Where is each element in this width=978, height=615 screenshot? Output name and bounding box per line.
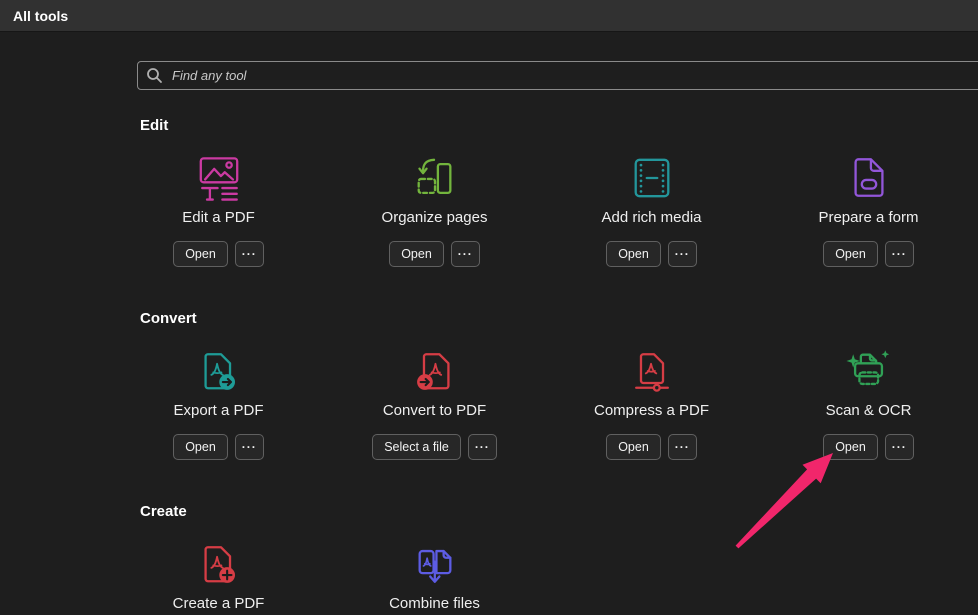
tool-label: Edit a PDF bbox=[182, 209, 255, 226]
tool-card-convert-to-pdf: Convert to PDF Select a file ··· bbox=[326, 338, 543, 460]
button-row: Open ··· bbox=[173, 434, 264, 460]
tool-label: Organize pages bbox=[382, 209, 488, 226]
more-options-button-compress-a-pdf[interactable]: ··· bbox=[668, 434, 697, 460]
more-options-button-add-rich-media[interactable]: ··· bbox=[668, 241, 697, 267]
button-row: Open ··· bbox=[606, 241, 697, 267]
more-options-button-convert-to-pdf[interactable]: ··· bbox=[468, 434, 497, 460]
tool-label: Add rich media bbox=[601, 209, 701, 226]
tool-label: Convert to PDF bbox=[383, 402, 486, 419]
button-row: Open ··· bbox=[173, 241, 264, 267]
open-button-edit-a-pdf[interactable]: Open bbox=[173, 241, 228, 267]
open-button-compress-a-pdf[interactable]: Open bbox=[606, 434, 661, 460]
more-options-button-organize-pages[interactable]: ··· bbox=[451, 241, 480, 267]
top-bar: All tools bbox=[0, 0, 978, 32]
open-button-organize-pages[interactable]: Open bbox=[389, 241, 444, 267]
select-a-file-button-convert-to-pdf[interactable]: Select a file bbox=[372, 434, 461, 460]
button-row: Open ··· bbox=[606, 434, 697, 460]
tool-search-box[interactable] bbox=[137, 61, 978, 90]
tool-label: Combine files bbox=[389, 595, 480, 612]
button-row: Open ··· bbox=[823, 241, 914, 267]
tool-label: Compress a PDF bbox=[594, 402, 709, 419]
button-row: Select a file ··· bbox=[372, 434, 497, 460]
annotation-arrow-shape bbox=[736, 453, 833, 548]
prepare-form-icon bbox=[846, 155, 892, 201]
tool-label: Export a PDF bbox=[173, 402, 263, 419]
tool-label: Create a PDF bbox=[173, 595, 265, 612]
tool-label: Prepare a form bbox=[818, 209, 918, 226]
tool-card-compress-a-pdf: Compress a PDF Open ··· bbox=[543, 338, 760, 460]
organize-pages-icon bbox=[412, 155, 458, 201]
tool-card-prepare-a-form: Prepare a form Open ··· bbox=[760, 145, 977, 267]
tool-card-scan-ocr: Scan & OCR Open ··· bbox=[760, 338, 977, 460]
tool-card-organize-pages: Organize pages Open ··· bbox=[326, 145, 543, 267]
open-button-add-rich-media[interactable]: Open bbox=[606, 241, 661, 267]
tool-card-edit-a-pdf: Edit a PDF Open ··· bbox=[110, 145, 327, 267]
export-pdf-icon bbox=[196, 348, 242, 394]
convert-pdf-icon bbox=[412, 348, 458, 394]
section-heading-create: Create bbox=[140, 503, 187, 520]
tool-card-export-a-pdf: Export a PDF Open ··· bbox=[110, 338, 327, 460]
section-heading-convert: Convert bbox=[140, 310, 197, 327]
open-button-prepare-a-form[interactable]: Open bbox=[823, 241, 878, 267]
section-heading-edit: Edit bbox=[140, 117, 168, 134]
all-tools-page: All tools Edit Edit a PDF Open ··· bbox=[0, 0, 978, 615]
more-options-button-prepare-a-form[interactable]: ··· bbox=[885, 241, 914, 267]
compress-pdf-icon bbox=[629, 348, 675, 394]
rich-media-icon bbox=[629, 155, 675, 201]
more-options-button-export-a-pdf[interactable]: ··· bbox=[235, 434, 264, 460]
more-options-button-scan-ocr[interactable]: ··· bbox=[885, 434, 914, 460]
create-pdf-icon bbox=[196, 541, 242, 587]
tool-label: Scan & OCR bbox=[826, 402, 912, 419]
edit-pdf-icon bbox=[196, 155, 242, 201]
page-title: All tools bbox=[13, 8, 68, 24]
tool-card-add-rich-media: Add rich media Open ··· bbox=[543, 145, 760, 267]
scan-ocr-icon bbox=[846, 348, 892, 394]
tool-card-combine-files: Combine files bbox=[326, 531, 543, 612]
annotation-arrow bbox=[710, 443, 850, 558]
tool-card-create-a-pdf: Create a PDF bbox=[110, 531, 327, 612]
more-options-button-edit-a-pdf[interactable]: ··· bbox=[235, 241, 264, 267]
search-input[interactable] bbox=[172, 68, 978, 83]
combine-files-icon bbox=[412, 541, 458, 587]
button-row: Open ··· bbox=[389, 241, 480, 267]
open-button-export-a-pdf[interactable]: Open bbox=[173, 434, 228, 460]
search-icon bbox=[146, 67, 163, 84]
